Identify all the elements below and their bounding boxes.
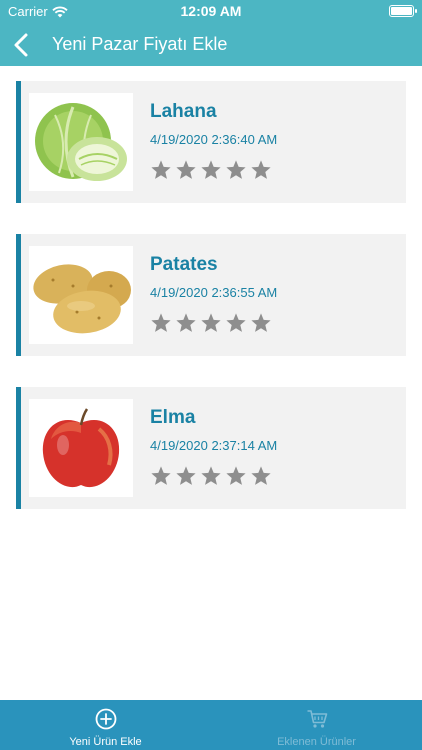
star-icon[interactable]	[225, 465, 247, 487]
star-icon[interactable]	[150, 465, 172, 487]
item-date: 4/19/2020 2:36:40 AM	[150, 132, 278, 147]
item-name: Lahana	[150, 101, 217, 122]
tab-label: Eklenen Ürünler	[277, 736, 356, 748]
item-name: Elma	[150, 407, 196, 428]
cabbage-image	[29, 93, 133, 191]
star-icon[interactable]	[175, 465, 197, 487]
potato-image	[29, 246, 133, 344]
page-title: Yeni Pazar Fiyatı Ekle	[52, 34, 228, 54]
star-icon[interactable]	[150, 159, 172, 181]
nav-bar: Yeni Pazar Fiyatı Ekle	[0, 24, 422, 66]
tab-label: Yeni Ürün Ekle	[69, 736, 142, 748]
star-icon[interactable]	[200, 312, 222, 334]
star-rating[interactable]	[150, 159, 272, 181]
star-icon[interactable]	[200, 159, 222, 181]
star-icon[interactable]	[200, 465, 222, 487]
star-icon[interactable]	[175, 312, 197, 334]
star-icon[interactable]	[175, 159, 197, 181]
item-date: 4/19/2020 2:37:14 AM	[150, 438, 278, 453]
star-icon[interactable]	[150, 312, 172, 334]
apple-image	[29, 399, 133, 497]
list-item[interactable]: Lahana 4/19/2020 2:36:40 AM	[16, 81, 406, 203]
plus-circle-icon	[95, 708, 116, 730]
cart-icon	[307, 710, 327, 728]
item-name: Patates	[150, 254, 218, 275]
list-item[interactable]: Elma 4/19/2020 2:37:14 AM	[16, 387, 406, 509]
star-icon[interactable]	[250, 159, 272, 181]
tab-bar: Yeni Ürün Ekle Eklenen Ürünler	[0, 700, 422, 750]
item-date: 4/19/2020 2:36:55 AM	[150, 285, 278, 300]
tab-add-product[interactable]: Yeni Ürün Ekle	[0, 700, 211, 750]
star-icon[interactable]	[225, 159, 247, 181]
star-icon[interactable]	[250, 465, 272, 487]
tab-added-products[interactable]: Eklenen Ürünler	[211, 700, 422, 750]
back-button[interactable]	[10, 32, 34, 58]
star-icon[interactable]	[250, 312, 272, 334]
list-item[interactable]: Patates 4/19/2020 2:36:55 AM	[16, 234, 406, 356]
status-bar: Carrier 12:09 AM	[0, 0, 422, 24]
battery-icon	[389, 5, 417, 17]
star-icon[interactable]	[225, 312, 247, 334]
status-time: 12:09 AM	[180, 3, 242, 19]
header: Carrier 12:09 AM Yeni Pazar Fiyatı Ekle	[0, 0, 422, 66]
star-rating[interactable]	[150, 465, 272, 487]
star-rating[interactable]	[150, 312, 272, 334]
